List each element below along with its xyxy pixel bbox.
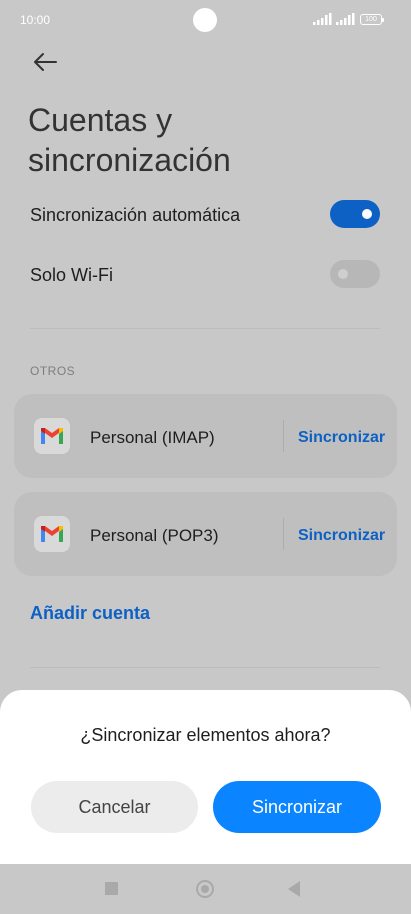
- gmail-icon: [34, 516, 70, 552]
- account-card-pop3[interactable]: Personal (POP3) Sincronizar: [14, 492, 397, 576]
- status-time: 10:00: [20, 13, 51, 27]
- signal-icon: [336, 13, 355, 25]
- toggle-knob: [362, 209, 372, 219]
- camera-cutout: [193, 8, 217, 32]
- gmail-icon: [34, 418, 70, 454]
- auto-sync-toggle[interactable]: [330, 200, 380, 228]
- status-bar: 10:00 100: [0, 0, 411, 40]
- navigation-bar: [0, 864, 411, 914]
- account-name: Personal (POP3): [90, 526, 219, 545]
- account-card-imap[interactable]: Personal (IMAP) Sincronizar: [14, 394, 397, 478]
- add-account-link[interactable]: Añadir cuenta: [30, 603, 150, 624]
- sync-now-button[interactable]: Sincronizar: [213, 781, 381, 833]
- arrow-left-icon: [34, 53, 57, 71]
- back-triangle-icon[interactable]: [288, 881, 300, 897]
- section-header-others: OTROS: [30, 364, 76, 378]
- signal-icon: [313, 13, 332, 25]
- wifi-only-label: Solo Wi-Fi: [30, 265, 114, 285]
- screen: 10:00 100 Cuentas y sincronización Sincr…: [0, 0, 411, 914]
- setting-wifi-only[interactable]: Solo Wi-Fi: [30, 255, 380, 295]
- toggle-knob: [338, 269, 348, 279]
- page-title-line-1: Cuentas y: [28, 102, 173, 138]
- recent-apps-icon[interactable]: [105, 882, 118, 895]
- divider: [30, 667, 380, 668]
- setting-auto-sync[interactable]: Sincronización automática: [30, 195, 380, 235]
- divider: [30, 328, 380, 329]
- sync-dialog: ¿Sincronizar elementos ahora? Cancelar S…: [0, 690, 411, 864]
- card-divider: [283, 518, 284, 550]
- cancel-button[interactable]: Cancelar: [31, 781, 198, 833]
- battery-icon: 100: [360, 14, 384, 25]
- page-title: Cuentas y sincronización: [28, 100, 378, 180]
- account-name: Personal (IMAP): [90, 428, 215, 447]
- auto-sync-label: Sincronización automática: [30, 205, 241, 225]
- home-icon[interactable]: [196, 880, 214, 898]
- sync-pop3-button[interactable]: Sincronizar: [298, 527, 385, 545]
- dialog-title: ¿Sincronizar elementos ahora?: [80, 725, 331, 745]
- back-button[interactable]: [28, 48, 62, 76]
- wifi-only-toggle[interactable]: [330, 260, 380, 288]
- sync-imap-button[interactable]: Sincronizar: [298, 429, 385, 447]
- page-title-line-2: sincronización: [28, 142, 231, 178]
- card-divider: [283, 420, 284, 452]
